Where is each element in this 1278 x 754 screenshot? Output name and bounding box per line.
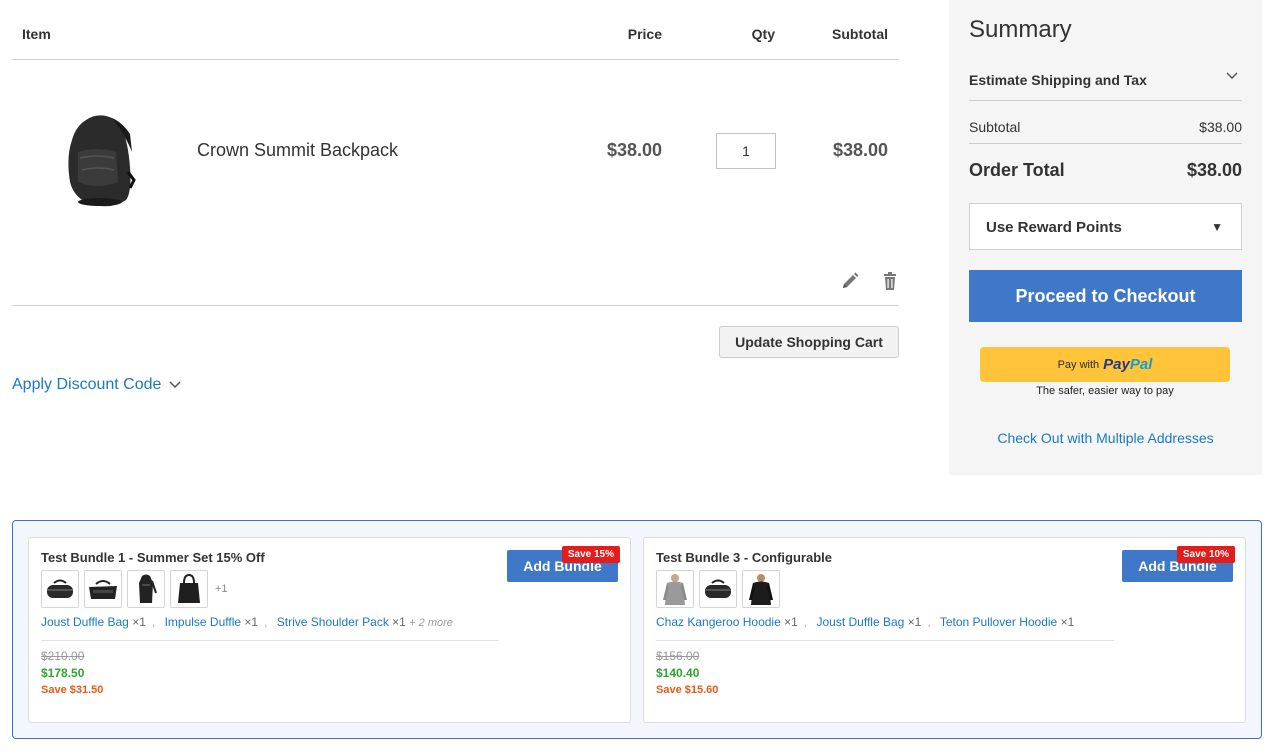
bundle-price: $140.40 xyxy=(656,666,700,680)
summary-title: Summary xyxy=(969,16,1072,43)
separator: , xyxy=(803,615,808,629)
separator: , xyxy=(151,615,156,629)
bundle-item-link[interactable]: Joust Duffle Bag xyxy=(41,615,129,629)
bundle-title: Test Bundle 1 - Summer Set 15% Off xyxy=(41,550,265,565)
bundle-savings: Save $15.60 xyxy=(656,684,719,696)
bundle-item-qty: ×1 xyxy=(392,615,406,629)
bundle-item-link[interactable]: Strive Shoulder Pack xyxy=(277,615,389,629)
bundle-title: Test Bundle 3 - Configurable xyxy=(656,550,832,565)
pencil-icon[interactable] xyxy=(840,271,860,291)
bundle-item-list: Joust Duffle Bag ×1, Impulse Duffle ×1, … xyxy=(41,615,453,629)
bundle-item-link[interactable]: Impulse Duffle xyxy=(165,615,241,629)
original-price: $210.00 xyxy=(41,649,85,663)
apply-discount-label: Apply Discount Code xyxy=(12,376,162,393)
paypal-tagline: The safer, easier way to pay xyxy=(1036,385,1174,397)
order-summary: Summary Estimate Shipping and Tax Subtot… xyxy=(949,0,1262,475)
bundle-item-qty: ×1 xyxy=(132,615,146,629)
reward-points-label: Use Reward Points xyxy=(986,219,1122,236)
hoodie-thumb[interactable] xyxy=(656,570,694,608)
bundle-thumbnails xyxy=(656,570,780,608)
subtotal-label: Subtotal xyxy=(969,119,1021,135)
bundle-item-qty: ×1 xyxy=(244,615,259,629)
reward-points-toggle[interactable]: Use Reward Points ▼ xyxy=(969,203,1242,250)
duffle-bag-thumb[interactable] xyxy=(41,570,79,608)
bundle-item-qty: ×1 xyxy=(784,615,798,629)
bundle-item-qty: ×1 xyxy=(907,615,922,629)
cart-table: Item Price Qty Subtotal Crown Summit Bac… xyxy=(12,0,900,393)
bundle-offers: Test Bundle 1 - Summer Set 15% Off +1 Jo… xyxy=(12,520,1262,739)
bundle-card: Test Bundle 1 - Summer Set 15% Off +1 Jo… xyxy=(28,537,631,723)
qty-input[interactable] xyxy=(716,133,776,169)
bundle-item-link[interactable]: Teton Pullover Hoodie xyxy=(940,615,1057,629)
save-badge: Save 15% xyxy=(561,546,620,563)
original-price: $156.00 xyxy=(656,649,700,663)
paypal-logo: PayPal xyxy=(1103,356,1153,373)
backpack-thumb[interactable] xyxy=(127,570,165,608)
product-name[interactable]: Crown Summit Backpack xyxy=(197,140,398,161)
cart-item-row: Crown Summit Backpack $38.00 $38.00 xyxy=(12,60,899,306)
estimate-shipping-label: Estimate Shipping and Tax xyxy=(969,72,1147,88)
proceed-to-checkout-button[interactable]: Proceed to Checkout xyxy=(969,270,1242,322)
item-price: $38.00 xyxy=(606,140,662,160)
bundle-item-list: Chaz Kangeroo Hoodie ×1, Joust Duffle Ba… xyxy=(656,615,1074,629)
bundle-item-qty: ×1 xyxy=(1060,615,1075,629)
header-price: Price xyxy=(627,26,662,42)
bundle-item-link[interactable]: Chaz Kangeroo Hoodie xyxy=(656,615,781,629)
backpack-image[interactable] xyxy=(56,112,140,212)
duffle-bag-thumb[interactable] xyxy=(699,570,737,608)
chevron-down-icon xyxy=(1226,72,1238,80)
more-items-count: +1 xyxy=(215,583,228,595)
bundle-savings: Save $31.50 xyxy=(41,684,104,696)
paypal-pay-with: Pay with xyxy=(1057,358,1100,371)
paypal-button[interactable]: Pay with PayPal xyxy=(980,347,1230,382)
update-cart-button[interactable]: Update Shopping Cart xyxy=(719,326,899,358)
subtotal-value: $38.00 xyxy=(1199,119,1242,135)
apply-discount-toggle[interactable]: Apply Discount Code xyxy=(12,376,181,394)
header-item: Item xyxy=(22,26,51,42)
bundle-more-label: + 2 more xyxy=(409,617,453,629)
save-badge: Save 10% xyxy=(1176,546,1235,563)
caret-down-icon: ▼ xyxy=(1211,220,1223,234)
duffle-bag-thumb[interactable] xyxy=(84,570,122,608)
separator: , xyxy=(264,615,268,629)
header-qty: Qty xyxy=(751,26,775,42)
multiple-addresses-link[interactable]: Check Out with Multiple Addresses xyxy=(969,430,1242,446)
bundle-thumbnails: +1 xyxy=(41,570,228,608)
separator: , xyxy=(927,615,931,629)
subtotal-row: Subtotal $38.00 xyxy=(969,101,1242,144)
tote-bag-thumb[interactable] xyxy=(170,570,208,608)
chevron-down-icon xyxy=(169,381,181,389)
item-subtotal: $38.00 xyxy=(832,140,888,160)
bundle-item-link[interactable]: Joust Duffle Bag xyxy=(816,615,904,629)
cart-header: Item Price Qty Subtotal xyxy=(12,0,899,60)
header-subtotal: Subtotal xyxy=(832,26,888,42)
divider xyxy=(656,640,1114,641)
trash-icon[interactable] xyxy=(880,271,900,291)
order-total-label: Order Total xyxy=(969,160,1065,180)
estimate-shipping-toggle[interactable]: Estimate Shipping and Tax xyxy=(969,60,1242,101)
bundle-card: Test Bundle 3 - Configurable Chaz Kanger… xyxy=(643,537,1246,723)
order-total-row: Order Total $38.00 xyxy=(969,158,1242,188)
divider xyxy=(41,640,499,641)
bundle-price: $178.50 xyxy=(41,666,85,680)
hoodie-thumb[interactable] xyxy=(742,570,780,608)
order-total-value: $38.00 xyxy=(1186,160,1242,180)
